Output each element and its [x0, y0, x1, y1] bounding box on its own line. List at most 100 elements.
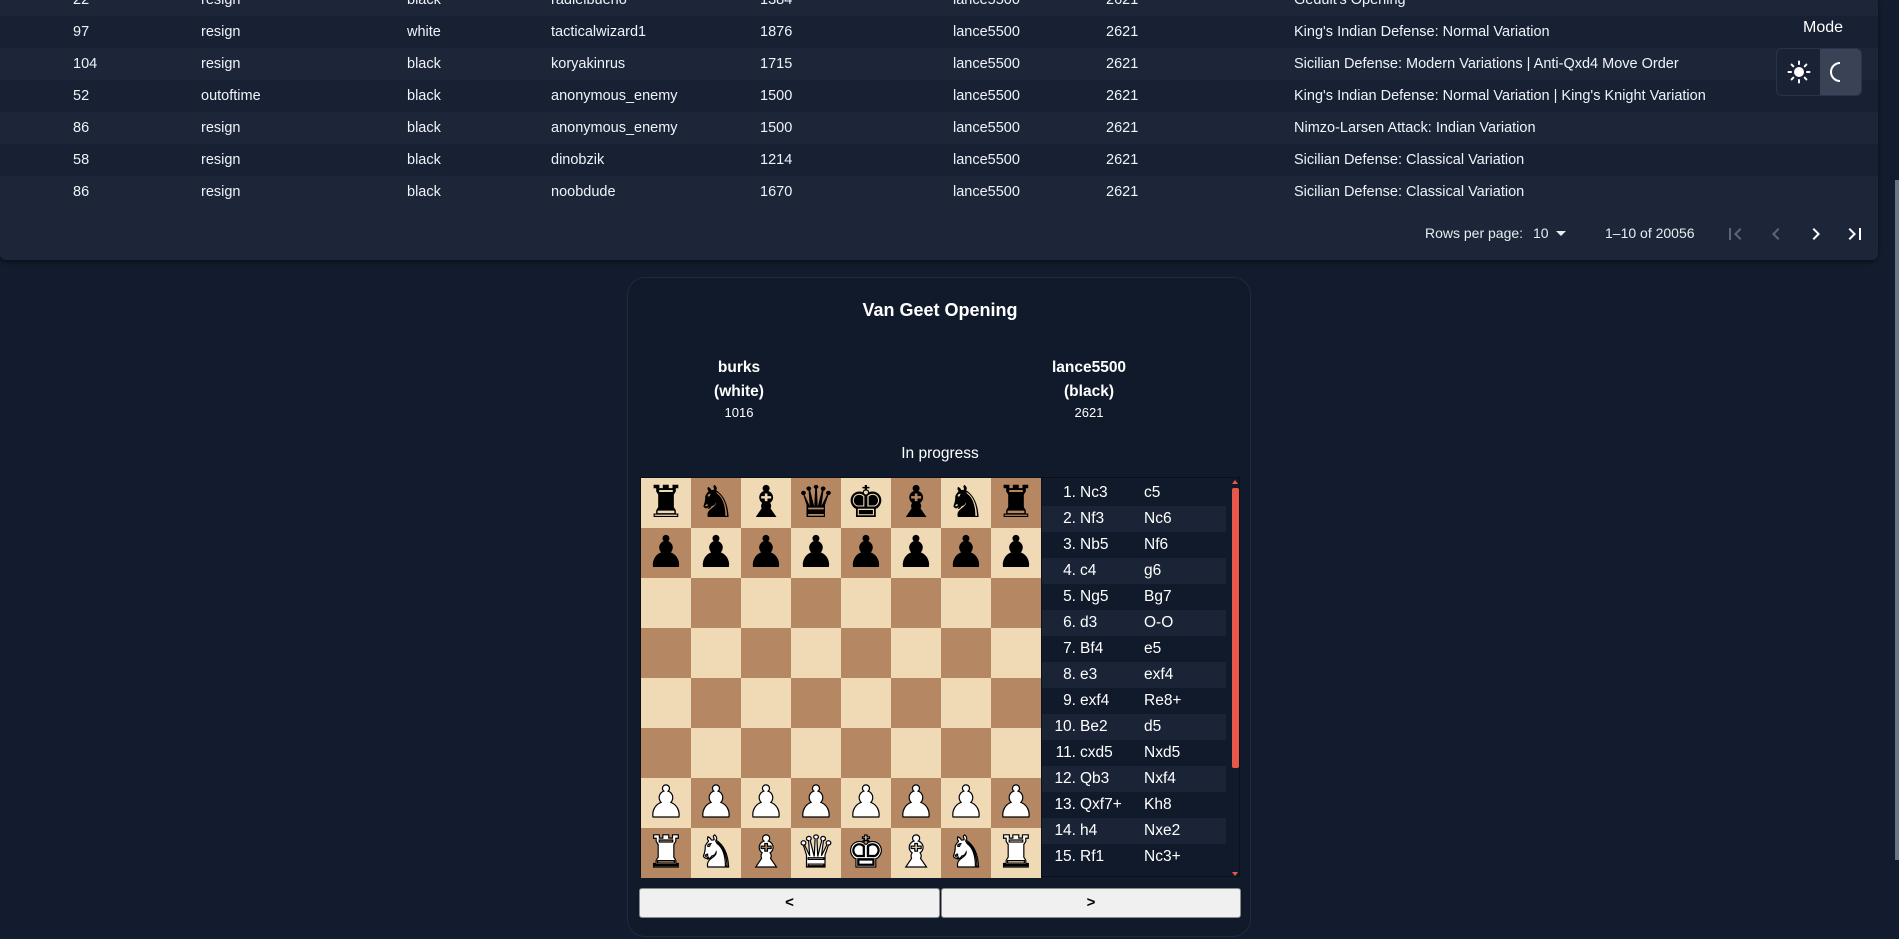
black-move[interactable]: Nxd5 — [1144, 740, 1180, 766]
black-move[interactable]: Nxf4 — [1144, 766, 1176, 792]
square-d6[interactable] — [791, 578, 841, 628]
square-f1[interactable]: ♝ — [891, 827, 941, 878]
table-row[interactable]: 97 resign white tacticalwizard1 1876 lance550… — [0, 16, 1878, 48]
dark-mode-button[interactable] — [1820, 49, 1861, 95]
move-row[interactable]: 3. Nb5 Nf6 — [1042, 532, 1226, 558]
square-b3[interactable] — [691, 728, 741, 778]
square-b2[interactable]: ♟ — [691, 777, 741, 828]
square-g3[interactable] — [941, 728, 991, 778]
square-g7[interactable]: ♟ — [941, 528, 991, 578]
white-bishop-icon[interactable]: ♝ — [896, 827, 937, 878]
square-a8[interactable]: ♜ — [641, 478, 691, 528]
square-a5[interactable] — [641, 628, 691, 678]
black-pawn-icon[interactable]: ♟ — [696, 528, 735, 578]
square-h7[interactable]: ♟ — [991, 528, 1041, 578]
move-row[interactable]: 9. exf4 Re8+ — [1042, 688, 1226, 714]
chevron-left-icon[interactable] — [1764, 222, 1788, 246]
square-f2[interactable]: ♟ — [891, 777, 941, 828]
white-move[interactable]: Nb5 — [1080, 532, 1108, 558]
move-row[interactable]: 1. Nc3 c5 — [1042, 480, 1226, 506]
white-knight-icon[interactable]: ♞ — [946, 827, 987, 878]
white-rook-icon[interactable]: ♜ — [646, 827, 687, 878]
table-row[interactable]: 86 resign black anonymous_enemy 1500 lance550… — [0, 112, 1878, 144]
square-b8[interactable]: ♞ — [691, 478, 741, 528]
next-move-button[interactable]: > — [941, 888, 1241, 918]
black-move[interactable]: g6 — [1144, 558, 1161, 584]
black-move[interactable]: Nf6 — [1144, 532, 1168, 558]
white-move[interactable]: Nc3 — [1080, 480, 1108, 506]
black-move[interactable]: Nxe2 — [1144, 818, 1180, 844]
square-b6[interactable] — [691, 578, 741, 628]
white-king-icon[interactable]: ♚ — [846, 827, 887, 878]
black-pawn-icon[interactable]: ♟ — [846, 528, 885, 578]
square-h6[interactable] — [991, 578, 1041, 628]
previous-move-button[interactable]: < — [639, 888, 940, 918]
square-b4[interactable] — [691, 678, 741, 728]
square-c2[interactable]: ♟ — [741, 777, 791, 828]
black-pawn-icon[interactable]: ♟ — [996, 528, 1035, 578]
first-page-icon[interactable] — [1723, 222, 1747, 246]
square-b5[interactable] — [691, 628, 741, 678]
black-knight-icon[interactable]: ♞ — [696, 478, 735, 528]
black-move[interactable]: Kh8 — [1144, 792, 1172, 818]
scrollbar-thumb[interactable] — [1232, 488, 1239, 768]
white-pawn-icon[interactable]: ♟ — [646, 777, 687, 828]
black-move[interactable]: Nc6 — [1144, 506, 1172, 532]
square-h5[interactable] — [991, 628, 1041, 678]
black-move[interactable]: e5 — [1144, 636, 1161, 662]
square-c1[interactable]: ♝ — [741, 827, 791, 878]
table-row[interactable]: 86 resign black noobdude 1670 lance5500 2621 Si… — [0, 176, 1878, 208]
square-b7[interactable]: ♟ — [691, 528, 741, 578]
table-row[interactable]: 52 outoftime black anonymous_enemy 1500 lance… — [0, 80, 1878, 112]
square-d7[interactable]: ♟ — [791, 528, 841, 578]
square-g2[interactable]: ♟ — [941, 777, 991, 828]
black-pawn-icon[interactable]: ♟ — [796, 528, 835, 578]
black-bishop-icon[interactable]: ♝ — [746, 478, 785, 528]
white-move[interactable]: Nf3 — [1080, 506, 1104, 532]
page-scrollbar[interactable] — [1895, 180, 1899, 860]
white-move[interactable]: d3 — [1080, 610, 1097, 636]
black-move[interactable]: Re8+ — [1144, 688, 1182, 714]
black-move[interactable]: Bg7 — [1144, 584, 1172, 610]
black-bishop-icon[interactable]: ♝ — [896, 478, 935, 528]
move-row[interactable]: 2. Nf3 Nc6 — [1042, 506, 1226, 532]
square-f8[interactable]: ♝ — [891, 478, 941, 528]
white-knight-icon[interactable]: ♞ — [696, 827, 737, 878]
white-move[interactable]: e3 — [1080, 662, 1097, 688]
black-move[interactable]: exf4 — [1144, 662, 1173, 688]
square-d3[interactable] — [791, 728, 841, 778]
white-move[interactable]: Ng5 — [1080, 584, 1108, 610]
square-h3[interactable] — [991, 728, 1041, 778]
square-f3[interactable] — [891, 728, 941, 778]
black-pawn-icon[interactable]: ♟ — [946, 528, 985, 578]
move-list-scrollbar[interactable] — [1231, 478, 1239, 876]
square-h4[interactable] — [991, 678, 1041, 728]
move-row[interactable]: 5. Ng5 Bg7 — [1042, 584, 1226, 610]
white-move[interactable]: h4 — [1080, 818, 1097, 844]
white-bishop-icon[interactable]: ♝ — [746, 827, 787, 878]
white-pawn-icon[interactable]: ♟ — [946, 777, 987, 828]
scroll-down-icon[interactable] — [1232, 872, 1238, 876]
white-pawn-icon[interactable]: ♟ — [896, 777, 937, 828]
black-pawn-icon[interactable]: ♟ — [746, 528, 785, 578]
square-f4[interactable] — [891, 678, 941, 728]
black-pawn-icon[interactable]: ♟ — [646, 528, 685, 578]
square-h1[interactable]: ♜ — [991, 827, 1041, 878]
square-a4[interactable] — [641, 678, 691, 728]
table-row[interactable]: 58 resign black dinobzik 1214 lance5500 2621 Si… — [0, 144, 1878, 176]
square-a1[interactable]: ♜ — [641, 827, 691, 878]
square-g1[interactable]: ♞ — [941, 827, 991, 878]
black-queen-icon[interactable]: ♛ — [796, 478, 835, 528]
square-g6[interactable] — [941, 578, 991, 628]
square-d4[interactable] — [791, 678, 841, 728]
black-move[interactable]: d5 — [1144, 714, 1161, 740]
square-c4[interactable] — [741, 678, 791, 728]
white-rook-icon[interactable]: ♜ — [996, 827, 1037, 878]
square-a2[interactable]: ♟ — [641, 777, 691, 828]
white-move[interactable]: Be2 — [1080, 714, 1108, 740]
black-move[interactable]: O-O — [1144, 610, 1173, 636]
square-a7[interactable]: ♟ — [641, 528, 691, 578]
rows-per-page-select[interactable]: 10 — [1533, 225, 1549, 241]
square-g8[interactable]: ♞ — [941, 478, 991, 528]
table-row[interactable]: 104 resign black koryakinrus 1715 lance5500 26… — [0, 48, 1878, 80]
